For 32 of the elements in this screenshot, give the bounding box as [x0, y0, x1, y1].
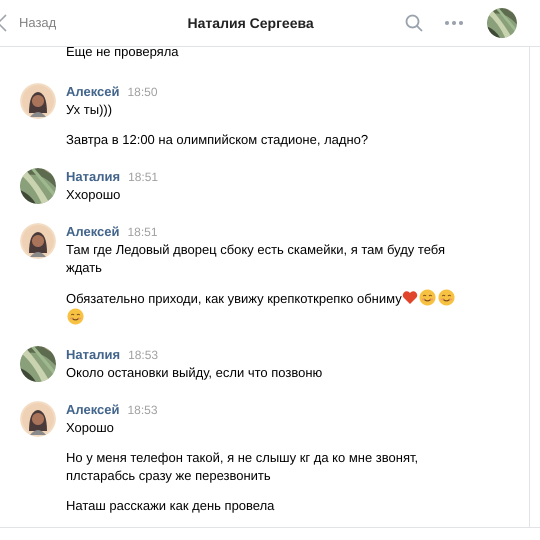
search-icon[interactable] [405, 14, 423, 32]
message-text: Ух ты))) [66, 101, 114, 119]
author-name[interactable]: Наталия [66, 168, 120, 186]
back-button[interactable]: Назад [0, 13, 56, 33]
message-time: 18:53 [128, 347, 158, 364]
message-time: 18:51 [128, 169, 158, 186]
avatar-icon [20, 401, 56, 437]
heart-icon [402, 290, 418, 305]
chat-title: Наталия Сергеева [186, 14, 315, 33]
message-text: Наташ расскажи как день провела [66, 497, 276, 515]
author-name[interactable]: Алексей [66, 83, 120, 101]
message-text: Там где Ледовый дворец сбоку есть скамейки, я там буду тебя ждать [66, 241, 446, 277]
author-name[interactable]: Наталия [66, 346, 120, 364]
smiley-icon [418, 289, 436, 306]
message-text: Хорошо [66, 419, 115, 437]
message-text: Около остановки выйду, если что позвоню [66, 364, 324, 382]
message-text: Обязательно приходи, как увижу крепкоткрепко обниму [66, 289, 457, 327]
message-text: Но у меня телефон такой, я не слышу кг да ко мне звонят, плстарабсь сразу же перезвонить [66, 449, 420, 485]
message-text: Завтра в 12:00 на олимпийском стадионе, ладно? [66, 131, 370, 149]
avatar-icon [20, 223, 56, 259]
smiley-icon [438, 289, 455, 306]
message-text: Ххорошо [66, 186, 122, 204]
chevron-icon [0, 14, 7, 32]
avatar-icon [20, 83, 56, 119]
message-time: 18:53 [128, 402, 158, 419]
author-name[interactable]: Алексей [66, 401, 120, 419]
message-time: 18:50 [128, 84, 158, 101]
message-text: Еще не проверяла [65, 47, 180, 61]
message-time: 18:51 [128, 224, 158, 241]
more-icon[interactable] [445, 21, 463, 25]
smiley-icon [67, 308, 84, 325]
author-name[interactable]: Алексей [66, 223, 120, 241]
